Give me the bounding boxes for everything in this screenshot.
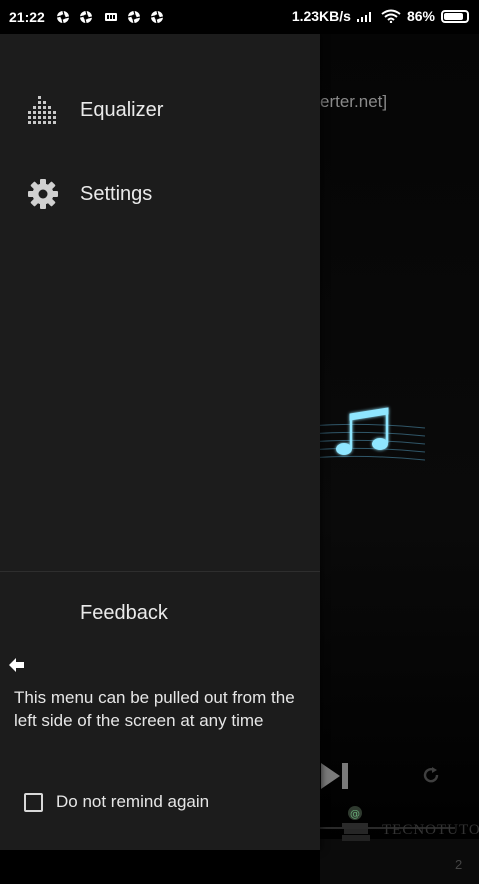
svg-text:@: @: [350, 809, 360, 820]
status-bar: 21:22 1.23KB/s 86%: [0, 0, 479, 34]
do-not-remind-label: Do not remind again: [56, 792, 210, 811]
menu-item-label: Equalizer: [80, 99, 164, 121]
menu-item-equalizer[interactable]: Equalizer: [0, 80, 320, 140]
net-speed: 1.23KB/s: [291, 8, 351, 24]
next-track-button[interactable]: [318, 761, 352, 791]
wifi-icon: [381, 9, 401, 23]
do-not-remind-checkbox[interactable]: [24, 792, 43, 812]
aperture-icon: [56, 10, 70, 24]
song-title-partial: erter.net]: [320, 92, 388, 111]
arrow-left-icon: [9, 658, 24, 672]
aperture-icon: [127, 10, 141, 24]
menu-item-label: Settings: [80, 183, 153, 205]
drawer-divider: [0, 571, 320, 572]
feedback-link[interactable]: Feedback: [80, 602, 168, 625]
watermark-text: TECNOTUTO: [382, 822, 479, 838]
do-not-remind-option[interactable]: Do not remind again: [24, 790, 209, 814]
menu-item-settings[interactable]: Settings: [0, 164, 320, 224]
status-time: 21:22: [9, 9, 45, 25]
watermark-icon: @: [342, 806, 370, 841]
aperture-icon: [150, 10, 164, 24]
watermark-logo: @ TECNOTUTO: [338, 803, 479, 847]
notification-icon: [105, 13, 117, 21]
hint-message: This menu can be pulled out from the lef…: [14, 688, 295, 730]
gear-icon: [28, 179, 58, 209]
partial-number: 2: [455, 857, 463, 872]
status-right: 1.23KB/s 86%: [292, 8, 469, 24]
repeat-icon[interactable]: [421, 766, 441, 786]
signal-icon: [356, 12, 371, 22]
aperture-icon: [79, 10, 93, 24]
equalizer-icon: [28, 96, 56, 124]
battery-percent: 86%: [406, 8, 435, 24]
battery-icon: [441, 9, 469, 23]
